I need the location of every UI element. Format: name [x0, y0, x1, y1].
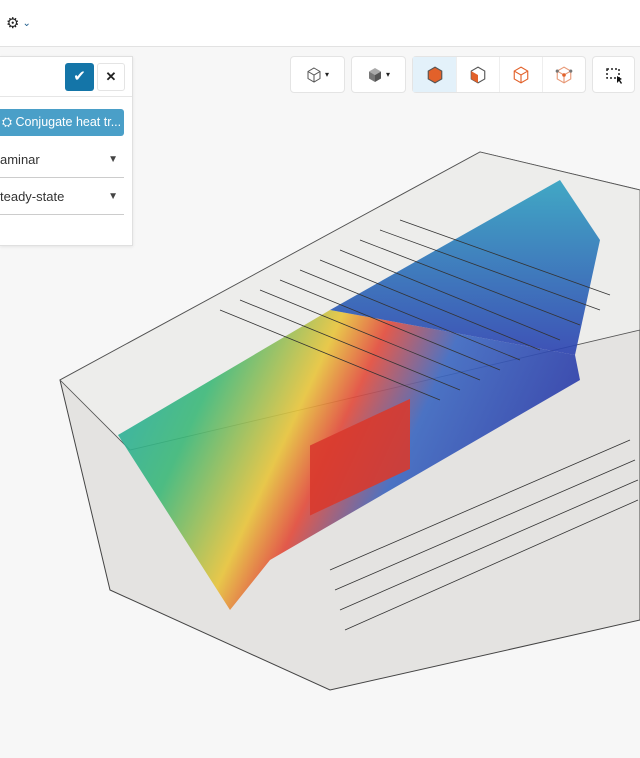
top-bar: ⚙ ⌄ [0, 0, 640, 47]
box-select-icon [605, 67, 622, 84]
cube-solid-icon [368, 67, 381, 82]
cube-outline-icon [307, 66, 321, 83]
edge-select-icon [513, 65, 529, 84]
select-face-button[interactable] [456, 57, 499, 92]
view-cube-dropdown[interactable]: ▾ [291, 57, 344, 92]
view-orientation-group: ▾ [290, 56, 345, 93]
selection-mode-group [412, 56, 586, 93]
3d-viewport[interactable] [0, 100, 640, 758]
gear-icon: ⚙ [6, 15, 20, 32]
vertex-select-icon [555, 65, 573, 84]
check-icon: ✔ [73, 68, 86, 85]
select-edge-button[interactable] [499, 57, 542, 92]
shaded-cube-dropdown[interactable]: ▾ [352, 57, 405, 92]
chevron-down-icon: ⌄ [22, 17, 31, 29]
box-select-group [592, 56, 635, 93]
caret-down-icon: ▾ [324, 70, 329, 79]
render-mode-group: ▾ [351, 56, 406, 93]
select-solid-button[interactable] [413, 57, 456, 92]
settings-menu[interactable]: ⚙ ⌄ [6, 14, 31, 32]
solid-select-icon [427, 65, 442, 84]
select-vertex-button[interactable] [542, 57, 585, 92]
caret-down-icon: ▾ [385, 70, 390, 79]
face-select-icon [470, 65, 486, 84]
confirm-button[interactable]: ✔ [65, 63, 94, 91]
panel-header: ✔ ✕ [0, 57, 132, 97]
close-button[interactable]: ✕ [97, 63, 125, 91]
close-icon: ✕ [105, 69, 117, 84]
box-select-button[interactable] [593, 57, 634, 92]
